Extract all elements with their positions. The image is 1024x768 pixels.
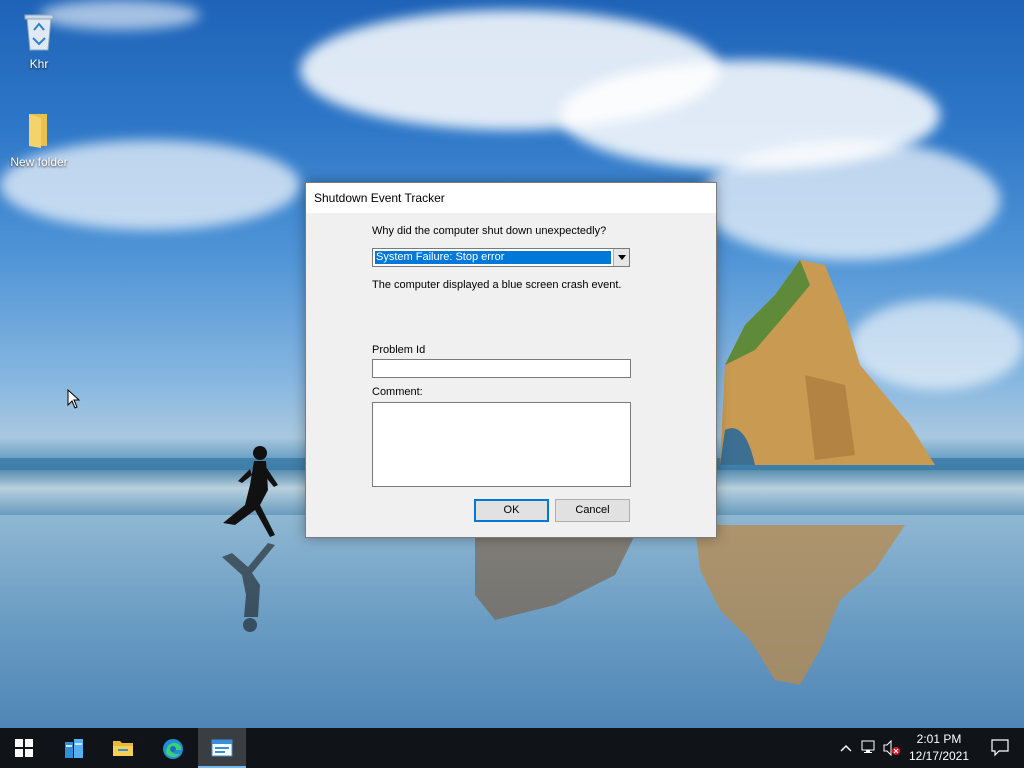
desktop-icon-label: New folder (10, 155, 68, 169)
shutdown-event-tracker-dialog: Shutdown Event Tracker Why did the compu… (305, 182, 717, 538)
shutdown-reason-selected: System Failure: Stop error (375, 251, 611, 264)
action-center-button[interactable] (980, 728, 1020, 768)
volume-muted-icon (883, 740, 900, 756)
notification-icon (991, 739, 1009, 757)
cancel-button[interactable]: Cancel (555, 499, 630, 522)
question-label: Why did the computer shut down unexpecte… (372, 225, 607, 237)
taskbar-clock[interactable]: 2:01 PM 12/17/2021 (903, 731, 975, 765)
rock-arch-image (720, 260, 935, 465)
problem-id-label: Problem Id (372, 344, 426, 356)
tray-volume-button[interactable] (882, 728, 902, 768)
problem-id-input[interactable] (372, 359, 631, 378)
desktop-icon-new-folder[interactable]: New folder (2, 110, 76, 169)
reflection-image (475, 535, 635, 620)
dropdown-arrow-button[interactable] (613, 249, 629, 266)
taskbar-server-manager[interactable] (50, 728, 98, 768)
shutdown-tracker-app-icon (211, 739, 233, 757)
recycle-bin-icon (24, 14, 54, 51)
taskbar: 2:01 PM 12/17/2021 (0, 728, 1024, 768)
mouse-cursor-icon (67, 389, 81, 409)
comment-label: Comment: (372, 386, 423, 398)
clock-time: 2:01 PM (916, 732, 962, 746)
desktop-icon-recycle-bin[interactable]: Khr (2, 10, 76, 71)
runner-silhouette-image (222, 446, 278, 632)
rock-reflection-image (695, 525, 905, 685)
start-icon (15, 739, 33, 757)
comment-textarea[interactable] (372, 402, 631, 487)
server-manager-icon (65, 739, 83, 758)
edge-icon (163, 739, 183, 759)
desktop-icon-label: Khr (29, 57, 49, 71)
taskbar-edge[interactable] (149, 728, 197, 768)
reason-description: The computer displayed a blue screen cra… (372, 279, 622, 291)
cloud (700, 140, 1000, 260)
taskbar-file-explorer[interactable] (99, 728, 147, 768)
chevron-down-icon (618, 255, 626, 260)
tray-network-button[interactable] (860, 728, 880, 768)
start-button[interactable] (0, 728, 48, 768)
taskbar-shutdown-tracker[interactable] (198, 728, 246, 768)
shutdown-reason-dropdown[interactable]: System Failure: Stop error (372, 248, 630, 267)
folder-icon (29, 114, 47, 148)
clock-date: 12/17/2021 (908, 749, 970, 763)
network-icon (861, 740, 875, 753)
chevron-up-icon (840, 744, 852, 752)
file-explorer-icon (113, 741, 133, 756)
dialog-title: Shutdown Event Tracker (306, 183, 716, 213)
tray-chevron-up-button[interactable] (838, 728, 854, 768)
ok-button[interactable]: OK (474, 499, 549, 522)
